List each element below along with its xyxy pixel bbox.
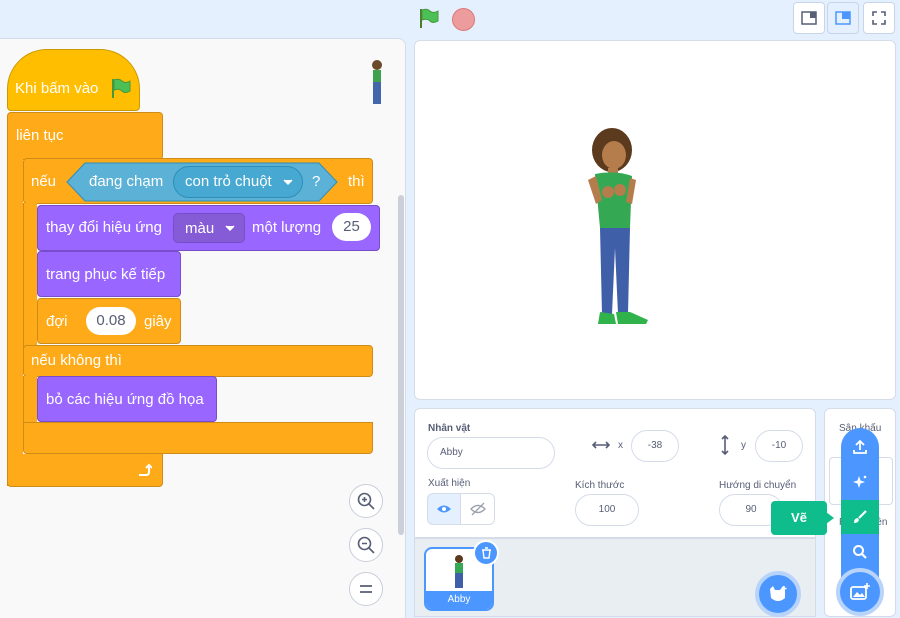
zoom-out-button[interactable] [349, 528, 383, 562]
wait-label: đợi [46, 313, 68, 330]
eye-icon [437, 505, 451, 513]
x-label: x [618, 440, 623, 451]
effect-dropdown[interactable]: màu [173, 213, 245, 243]
image-plus-icon [850, 583, 870, 600]
upload-icon [853, 439, 867, 454]
vertical-arrows-icon [721, 435, 729, 455]
paintbrush-icon [854, 510, 867, 523]
paint-tooltip: Vẽ [771, 501, 827, 535]
sparkle-icon [853, 475, 867, 488]
chevron-down-icon [225, 225, 235, 232]
sprite-thumbnail [455, 555, 463, 588]
sprite-name-label: Nhân vật [428, 423, 471, 434]
question-mark-label: ? [312, 173, 321, 190]
code-area[interactable]: liên tục Khi bấm vào nếu thì nếu không t… [0, 38, 406, 618]
choose-sprite-button[interactable] [755, 571, 801, 617]
fullscreen-icon [872, 11, 886, 25]
show-label: Xuất hiện [428, 478, 471, 489]
stop-button[interactable] [452, 8, 475, 31]
show-sprite-button[interactable] [427, 493, 461, 525]
size-label: Kích thước [575, 480, 625, 491]
upload-backdrop-button[interactable] [841, 430, 879, 464]
stage[interactable] [414, 40, 896, 400]
sprite-list: Abby [414, 538, 816, 617]
eye-slash-icon [469, 502, 486, 516]
sprite-name-input[interactable]: Abby [427, 437, 555, 469]
forever-arm [7, 151, 23, 486]
loop-arrow-icon [139, 463, 152, 476]
wait-value-input[interactable]: 0.08 [86, 307, 136, 335]
zoom-in-button[interactable] [349, 484, 383, 518]
normal-stage-button[interactable] [827, 2, 859, 34]
change-effect-label: thay đổi hiệu ứng [46, 219, 162, 236]
zoom-reset-button[interactable] [349, 572, 383, 606]
sprite-abby-on-stage[interactable] [580, 128, 656, 334]
then-label: thì [348, 173, 365, 190]
choose-backdrop-button[interactable] [836, 568, 884, 616]
else-label: nếu không thì [31, 352, 122, 369]
effect-dropdown-value: màu [185, 220, 215, 237]
next-costume-label: trang phục kế tiếp [46, 266, 166, 283]
green-flag-button[interactable] [418, 7, 440, 29]
fullscreen-button[interactable] [863, 2, 895, 34]
hat-label: Khi bấm vào [15, 80, 99, 97]
effect-amount-input[interactable]: 25 [332, 213, 371, 241]
x-input[interactable]: -38 [631, 430, 679, 462]
sprite-tile-name: Abby [426, 591, 492, 609]
sprite-info-panel: Nhân vật Abby x -38 y -10 Xuất hiện Kích… [414, 408, 816, 538]
small-stage-icon [801, 11, 817, 25]
tooltip-arrow [826, 512, 834, 524]
chevron-down-icon [283, 179, 293, 186]
green-flag-icon [112, 78, 131, 98]
hide-sprite-button[interactable] [461, 493, 495, 525]
trash-icon [481, 547, 491, 559]
touching-object-menu[interactable]: con trỏ chuột [173, 166, 303, 198]
search-icon [853, 545, 867, 559]
if-arm [23, 203, 37, 349]
y-input[interactable]: -10 [755, 430, 803, 462]
size-input[interactable]: 100 [575, 494, 639, 526]
zoom-out-icon [357, 536, 375, 554]
zoom-in-icon [357, 492, 375, 510]
equals-icon [360, 585, 372, 593]
surprise-backdrop-button[interactable] [841, 465, 879, 499]
cat-plus-icon [770, 586, 787, 601]
clear-effects-label: bỏ các hiệu ứng đồ họa [46, 391, 204, 408]
y-label: y [741, 440, 746, 451]
else-arm [23, 376, 37, 424]
normal-stage-icon [835, 11, 851, 25]
code-scrollbar[interactable] [398, 195, 404, 535]
forever-label: liên tục [16, 127, 64, 144]
by-label: một lượng [252, 219, 322, 236]
search-backdrop-button[interactable] [841, 535, 879, 569]
if-label: nếu [31, 173, 57, 190]
top-bar [0, 0, 900, 38]
small-stage-button[interactable] [793, 2, 825, 34]
seconds-label: giây [144, 313, 172, 330]
touching-object-menu-value: con trỏ chuột [185, 173, 272, 190]
current-sprite-thumbnail [372, 60, 382, 104]
paint-backdrop-button[interactable] [841, 500, 879, 534]
green-flag-icon [420, 8, 439, 28]
direction-label: Hướng di chuyển [719, 480, 797, 491]
if-else-bottom [23, 422, 373, 454]
delete-sprite-button[interactable] [473, 540, 499, 566]
horizontal-arrows-icon [592, 441, 610, 449]
touching-label: đang chạm [89, 173, 164, 190]
